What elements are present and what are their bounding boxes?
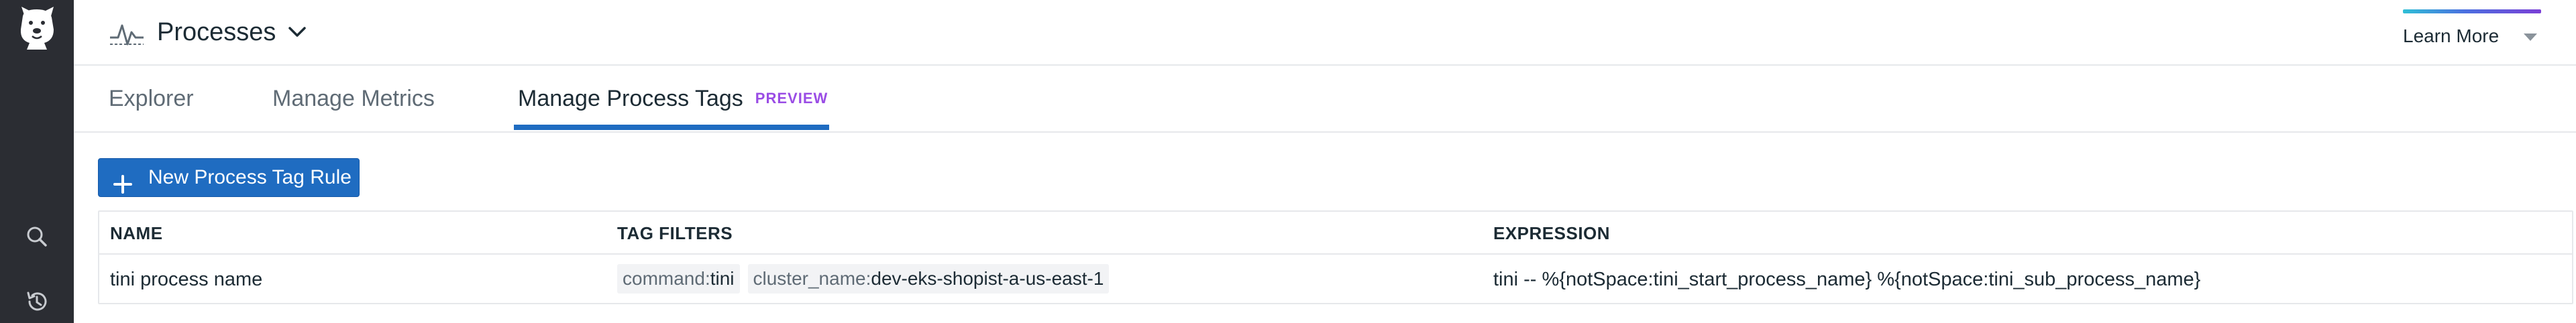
rule-name-cell: tini process name — [110, 269, 263, 290]
page-title[interactable]: Processes — [157, 15, 276, 50]
tab-bar: Explorer Manage Metrics Manage Process T… — [74, 66, 2576, 133]
tag-filter-key: command: — [623, 268, 710, 289]
tab-manage-process-tags-label: Manage Process Tags — [518, 86, 743, 111]
plus-icon — [113, 169, 132, 194]
process-tag-rules-table: NAME TAG FILTERS EXPRESSION tini process… — [98, 210, 2573, 304]
datadog-logo-icon[interactable] — [15, 3, 59, 51]
column-header-tag-filters[interactable]: TAG FILTERS — [617, 212, 733, 255]
table-header: NAME TAG FILTERS EXPRESSION — [99, 212, 2572, 255]
tag-filter-value: dev-eks-shopist-a-us-east-1 — [871, 268, 1104, 289]
page-header: Processes Learn More — [74, 0, 2576, 66]
left-nav — [0, 0, 74, 323]
expression-cell: tini -- %{notSpace:tini_start_process_na… — [1493, 269, 2201, 290]
learn-more-button[interactable]: Learn More — [2403, 9, 2541, 51]
learn-more-accent-bar — [2403, 9, 2541, 13]
new-process-tag-rule-label: New Process Tag Rule — [148, 166, 352, 188]
search-icon[interactable] — [23, 222, 51, 251]
caret-down-icon — [2522, 32, 2538, 42]
tab-manage-metrics[interactable]: Manage Metrics — [272, 66, 435, 131]
tag-filter-chip: cluster_name:dev-eks-shopist-a-us-east-1 — [747, 264, 1110, 294]
tab-manage-process-tags[interactable]: Manage Process Tags PREVIEW — [515, 66, 830, 131]
tag-filters-cell: command:tini cluster_name:dev-eks-shopist… — [617, 264, 1117, 294]
processes-pulse-icon — [109, 20, 145, 47]
history-icon[interactable] — [23, 287, 51, 316]
tab-explorer[interactable]: Explorer — [109, 66, 194, 131]
learn-more-label: Learn More — [2403, 25, 2500, 46]
tag-filter-chip: command:tini — [617, 264, 740, 294]
column-header-name[interactable]: NAME — [110, 212, 163, 255]
new-process-tag-rule-button[interactable]: New Process Tag Rule — [98, 158, 360, 197]
app-window: Processes Learn More Explorer Manage Met… — [0, 0, 2576, 323]
active-tab-indicator — [514, 125, 829, 130]
tag-filter-value: tini — [710, 268, 735, 289]
preview-badge: PREVIEW — [755, 90, 828, 107]
column-header-expression[interactable]: EXPRESSION — [1493, 212, 1610, 255]
chevron-down-icon[interactable] — [287, 24, 307, 39]
tag-filter-key: cluster_name: — [753, 268, 871, 289]
table-row[interactable]: tini process name command:tini cluster_na… — [99, 255, 2572, 304]
